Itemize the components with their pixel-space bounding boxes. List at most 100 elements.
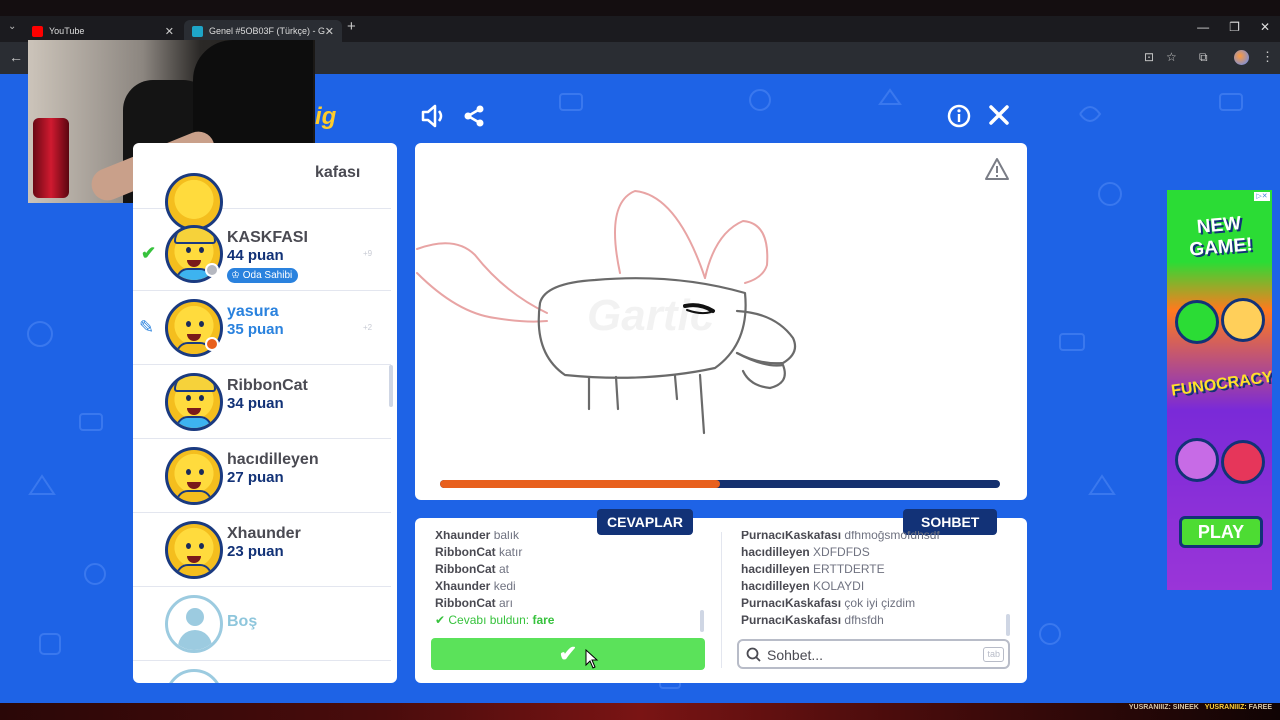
answer-user: RibbonCat	[435, 545, 496, 559]
close-tab-icon[interactable]: ✕	[165, 25, 174, 38]
drawing-canvas[interactable]: Gartic	[415, 143, 1027, 500]
report-warning-icon[interactable]	[984, 157, 1010, 181]
answer-message: RibbonCat katır	[435, 544, 705, 561]
drawing-pencil-icon: ✎	[139, 317, 155, 337]
ad-play-button[interactable]: PLAY	[1179, 516, 1263, 548]
chat-scrollbar[interactable]	[1006, 614, 1010, 636]
player-row-yasura: ✎ yasura 35 puan +2	[133, 291, 391, 365]
player-name: yasura	[227, 303, 279, 320]
window-controls: — ❐ ✕	[1197, 20, 1270, 34]
player-name: hacıdilleyen	[227, 451, 319, 468]
player-avatar	[165, 447, 223, 505]
player-row-xhaunder: Xhaunder 23 puan	[133, 513, 391, 587]
install-app-icon[interactable]: ⊡	[1144, 50, 1154, 64]
mouse-cursor-icon	[585, 649, 599, 669]
answer-message: Xhaunder balık	[435, 531, 705, 544]
chat-text: dfhmoğsmofdhsdf	[844, 531, 940, 542]
chat-message: PurnacıKaskafası dfhsfdh	[741, 612, 1007, 629]
players-panel: kafası ✔ KASKFASI 44 puan ♔ Oda Sahibi +…	[133, 143, 397, 683]
chat-text: KOLAYDI	[813, 579, 865, 593]
player-name: kafası	[315, 164, 361, 181]
search-icon	[746, 647, 761, 662]
players-scrollbar[interactable]	[389, 365, 393, 407]
chat-text: çok iyi çizdim	[844, 596, 916, 610]
chat-message: PurnacıKaskafası dfhmoğsmofdhsdf	[741, 531, 1007, 544]
ad-red-character	[1221, 440, 1265, 484]
browser-tab-bar: ⌄ YouTube ✕ Genel #5OB03F (Türkçe) - G ✕…	[0, 16, 1280, 42]
bookmark-star-icon[interactable]: ☆	[1166, 50, 1177, 64]
guessed-check-icon: ✔	[141, 243, 157, 263]
badge-label: Oda Sahibi	[242, 270, 293, 281]
new-tab-button[interactable]: +	[347, 18, 356, 35]
answer-user: RibbonCat	[435, 562, 496, 576]
answer-message: RibbonCat arı	[435, 595, 705, 612]
sound-icon[interactable]	[420, 103, 446, 129]
status-dot	[205, 337, 219, 351]
maximize-button[interactable]: ❐	[1229, 20, 1240, 34]
player-avatar	[165, 373, 223, 431]
desktop-top-strip	[0, 0, 1280, 16]
answers-list: Xhaunder balık RibbonCat katır RibbonCat…	[435, 531, 705, 635]
answer-text: arı	[499, 596, 514, 610]
chat-input[interactable]	[767, 646, 967, 664]
chat-user: hacıdilleyen	[741, 545, 810, 559]
back-arrow-icon[interactable]: ←	[9, 49, 23, 65]
chat-text: dfhsfdh	[844, 613, 884, 627]
empty-slot-label: Boş	[227, 613, 258, 630]
tab-youtube[interactable]: YouTube ✕	[24, 20, 182, 42]
player-row-hacidilleyen: hacıdilleyen 27 puan	[133, 439, 391, 513]
found-word: fare	[532, 613, 555, 627]
answer-user: RibbonCat	[435, 596, 496, 610]
player-row: kafası	[133, 143, 391, 231]
round-timer-bar	[440, 480, 1000, 488]
ad-headline: NEW GAME!	[1188, 213, 1254, 261]
chat-user: PurnacıKaskafası	[741, 531, 842, 542]
stream-overlay-bar: YUSRANIIIZ: SINEEK YUSRANIIIZ: FAREE	[0, 703, 1280, 720]
player-row-empty	[133, 661, 391, 683]
empty-slot-avatar	[165, 669, 223, 683]
player-points: 44 puan	[227, 247, 284, 264]
close-window-button[interactable]: ✕	[1260, 20, 1270, 34]
chat-message: hacıdilleyen KOLAYDI	[741, 578, 1007, 595]
answer-user: Xhaunder	[435, 531, 491, 542]
answer-text: kedi	[493, 579, 516, 593]
correct-answer-message: ✔ Cevabı buldun: fare	[435, 612, 705, 629]
gartic-logo: ig	[315, 103, 337, 130]
player-name: RibbonCat	[227, 377, 308, 394]
status-dot	[205, 263, 219, 277]
extensions-icon[interactable]: ⧉	[1199, 50, 1208, 65]
browser-menu-icon[interactable]: ⋮	[1261, 49, 1274, 65]
minimize-button[interactable]: —	[1197, 20, 1209, 34]
player-points: 27 puan	[227, 469, 284, 486]
profile-avatar[interactable]	[1234, 50, 1249, 65]
tab-list-chevron-icon[interactable]: ⌄	[8, 21, 16, 32]
chat-message: hacıdilleyen ERTTDERTE	[741, 561, 1007, 578]
ad-thumbs-up-character	[1175, 300, 1219, 344]
answers-scrollbar[interactable]	[700, 610, 704, 632]
player-points: 34 puan	[227, 395, 284, 412]
room-owner-badge: ♔ Oda Sahibi	[227, 268, 299, 283]
panel-divider	[721, 532, 722, 668]
answer-text: katır	[499, 545, 523, 559]
round-timer-fill	[440, 480, 720, 488]
overlay-value: FAREE	[1248, 704, 1272, 711]
close-tab-icon[interactable]: ✕	[325, 25, 334, 38]
close-icon[interactable]	[988, 104, 1010, 126]
overlay-value: SINEEK	[1172, 704, 1199, 711]
advertisement-banner[interactable]: ▷✕ NEW GAME! FUNOCRACY PLAY	[1167, 190, 1272, 590]
answer-text: balık	[493, 531, 520, 542]
correct-check-icon: ✔	[435, 613, 449, 627]
chat-user: PurnacıKaskafası	[741, 596, 842, 610]
chat-list: PurnacıKaskafası dfhmoğsmofdhsdf hacıdil…	[741, 531, 1007, 635]
share-icon[interactable]	[462, 104, 486, 128]
info-icon[interactable]	[947, 104, 971, 128]
overlay-label: YUSRANIIIZ:	[1128, 704, 1171, 711]
ad-choices-icon[interactable]: ▷✕	[1254, 192, 1270, 201]
chat-input-box[interactable]: tab	[737, 639, 1010, 669]
ad-face-character	[1221, 298, 1265, 342]
tab-gartic[interactable]: Genel #5OB03F (Türkçe) - G ✕	[184, 20, 342, 42]
answer-submit-button[interactable]: ✔	[431, 638, 705, 670]
answer-message: RibbonCat at	[435, 561, 705, 578]
crown-icon: ♔	[231, 270, 243, 281]
player-row-ribboncat: RibbonCat 34 puan	[133, 365, 391, 439]
